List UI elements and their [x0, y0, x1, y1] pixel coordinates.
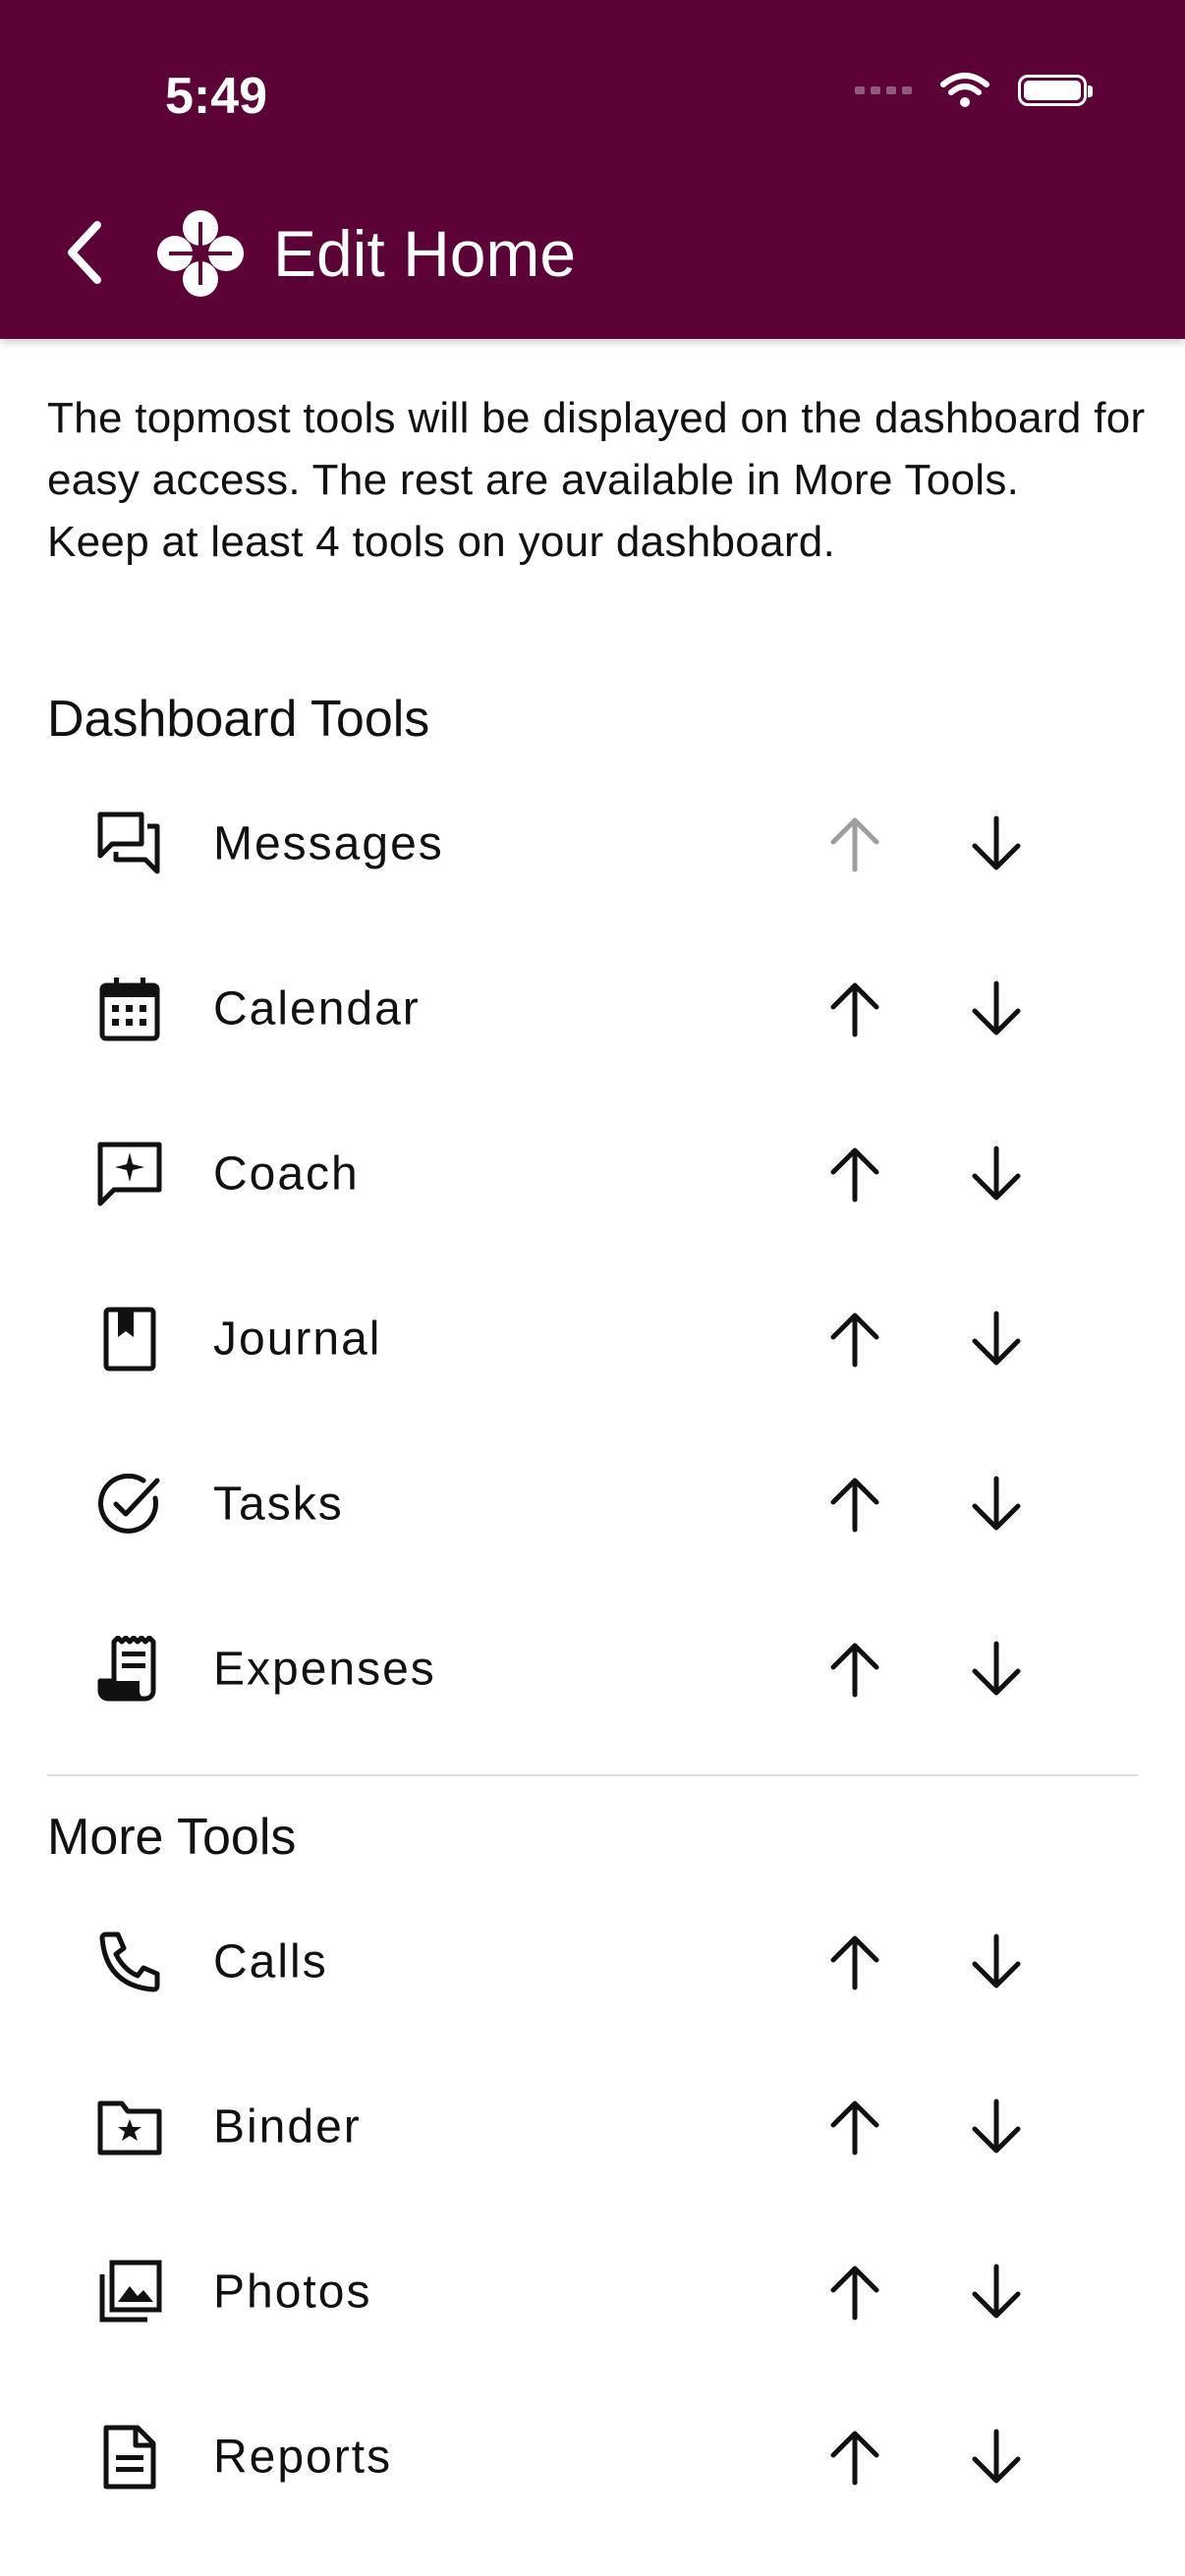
move-up-button[interactable] [818, 1467, 892, 1541]
arrow-down-icon [972, 2099, 1021, 2154]
arrow-down-icon [972, 1933, 1021, 1988]
arrow-up-icon [830, 2100, 879, 2156]
status-time: 5:49 [165, 68, 268, 125]
arrow-up-icon [830, 1643, 879, 1698]
arrow-down-icon [972, 1641, 1021, 1696]
back-button[interactable] [54, 218, 113, 287]
tool-row-messages: Messages [0, 761, 1185, 926]
tool-row-calls: Calls [0, 1879, 1185, 2044]
reports-icon [103, 2425, 156, 2490]
phone-icon [99, 1932, 160, 1992]
arrow-down-icon [972, 815, 1021, 870]
arrow-up-icon [830, 982, 879, 1037]
move-down-button[interactable] [959, 807, 1034, 881]
arrow-down-icon [972, 980, 1021, 1036]
arrow-up-icon [830, 1935, 879, 1990]
arrow-up-icon [830, 1148, 879, 1203]
tool-row-expenses: Expenses [0, 1587, 1185, 1752]
journal-icon [103, 1307, 156, 1372]
photos-icon [99, 2260, 162, 2323]
tool-row-reports: Reports [0, 2375, 1185, 2540]
move-down-button[interactable] [959, 972, 1034, 1046]
arrow-down-icon [972, 1476, 1021, 1531]
arrow-up-icon [830, 2266, 879, 2321]
tool-row-tasks: Tasks [0, 1422, 1185, 1587]
intro-line-2: Keep at least 4 tools on your dashboard. [47, 518, 836, 566]
move-up-button[interactable] [818, 1632, 892, 1707]
section-divider [47, 1774, 1138, 1776]
tool-label: Calendar [213, 982, 421, 1036]
tool-label: Binder [213, 2100, 362, 2154]
move-down-button[interactable] [959, 1467, 1034, 1541]
calendar-icon [99, 978, 160, 1041]
tool-row-coach: Coach [0, 1092, 1185, 1257]
expenses-icon [97, 1636, 156, 1702]
tool-label: Journal [213, 1313, 382, 1366]
move-up-button[interactable] [818, 972, 892, 1046]
wifi-icon [940, 73, 989, 107]
page-title: Edit Home [273, 217, 577, 290]
intro-text: The topmost tools will be displayed on t… [47, 387, 1148, 573]
move-up-button[interactable] [818, 1137, 892, 1211]
arrow-up-icon [830, 1313, 879, 1368]
tool-label: Tasks [213, 1478, 344, 1531]
status-icons [855, 71, 1093, 110]
app-header: 5:49 Edit Home [0, 0, 1185, 339]
tool-row-journal: Journal [0, 1257, 1185, 1422]
intro-line-1: The topmost tools will be displayed on t… [47, 394, 1146, 504]
arrow-down-icon [972, 2429, 1021, 2484]
arrow-down-icon [972, 1146, 1021, 1201]
tool-label: Messages [213, 817, 444, 870]
tool-label: Coach [213, 1148, 360, 1201]
more-tools-heading: More Tools [47, 1809, 297, 1866]
dashboard-tools-heading: Dashboard Tools [47, 691, 430, 748]
tool-row-calendar: Calendar [0, 926, 1185, 1092]
tool-label: Reports [213, 2431, 393, 2484]
move-up-button[interactable] [818, 2090, 892, 2164]
tool-row-photos: Photos [0, 2210, 1185, 2375]
move-down-button[interactable] [959, 2255, 1034, 2329]
move-up-button[interactable] [818, 2255, 892, 2329]
tasks-icon [98, 1473, 160, 1534]
move-down-button[interactable] [959, 1137, 1034, 1211]
move-up-button[interactable] [818, 1925, 892, 1999]
chevron-left-icon [68, 221, 101, 284]
arrow-up-icon [830, 2431, 879, 2486]
battery-icon [1018, 75, 1093, 106]
messages-icon [97, 812, 160, 874]
move-up-button[interactable] [818, 1302, 892, 1376]
tool-label: Calls [213, 1935, 328, 1988]
clover-logo-icon [157, 210, 244, 297]
arrow-down-icon [972, 2264, 1021, 2319]
move-down-button[interactable] [959, 1925, 1034, 1999]
move-down-button[interactable] [959, 2090, 1034, 2164]
move-up-button[interactable] [818, 807, 892, 881]
tool-label: Photos [213, 2266, 372, 2319]
signal-icon [855, 86, 912, 94]
arrow-down-icon [972, 1311, 1021, 1366]
binder-icon [97, 2100, 162, 2156]
move-up-button[interactable] [818, 2420, 892, 2494]
arrow-up-icon [830, 817, 879, 872]
arrow-up-icon [830, 1478, 879, 1533]
move-down-button[interactable] [959, 2420, 1034, 2494]
move-down-button[interactable] [959, 1632, 1034, 1707]
move-down-button[interactable] [959, 1302, 1034, 1376]
coach-icon [97, 1142, 162, 1206]
tool-row-binder: Binder [0, 2044, 1185, 2210]
tool-label: Expenses [213, 1643, 436, 1696]
